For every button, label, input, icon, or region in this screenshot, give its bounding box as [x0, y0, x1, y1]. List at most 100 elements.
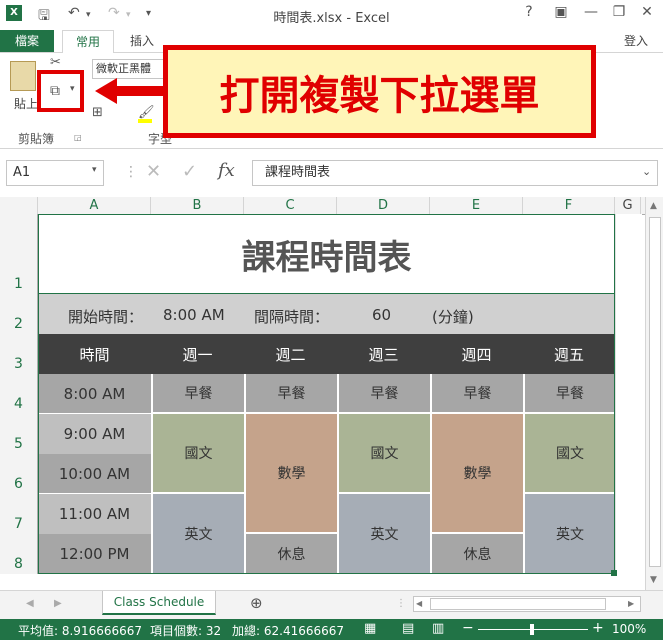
fill-color-swatch [138, 119, 152, 123]
scroll-up-icon[interactable]: ▲ [650, 201, 657, 211]
header-tue[interactable]: 週二 [244, 334, 337, 374]
start-time-value[interactable]: 8:00 AM [163, 306, 225, 324]
ribbon-display-options-icon[interactable]: ▣ [550, 4, 572, 20]
row-header-7[interactable]: 7 [0, 516, 38, 534]
expand-formula-bar-icon[interactable]: ⌄ [642, 165, 651, 178]
schedule-title[interactable]: 課程時間表 [38, 214, 615, 294]
enter-icon[interactable]: ✓ [182, 161, 197, 182]
fill-handle[interactable] [611, 570, 617, 576]
select-all-corner[interactable] [0, 197, 38, 214]
horizontal-scroll-thumb[interactable] [430, 598, 606, 610]
column-header-d[interactable]: D [337, 197, 430, 214]
new-sheet-icon[interactable]: ⊕ [250, 594, 263, 612]
rest-thu[interactable]: 休息 [430, 534, 523, 574]
name-box-dropdown-icon[interactable]: ▾ [92, 165, 97, 175]
breakfast-tue[interactable]: 早餐 [244, 374, 337, 414]
formula-bar-grip-icon: ⋮ [124, 164, 138, 180]
page-layout-view-icon[interactable]: ▤ [402, 621, 414, 636]
cancel-icon[interactable]: ✕ [146, 161, 161, 182]
status-sum: 加總: 62.41666667 [232, 624, 345, 638]
start-time-label: 開始時間： [68, 308, 144, 326]
row-header-8[interactable]: 8 [0, 556, 38, 574]
insert-function-icon[interactable]: fx [218, 160, 235, 181]
header-mon[interactable]: 週一 [151, 334, 244, 374]
chinese-mon[interactable]: 國文 [151, 414, 244, 494]
vertical-scrollbar[interactable]: ▲ ▼ [645, 197, 663, 590]
normal-view-icon[interactable]: ▦ [364, 621, 376, 636]
breakfast-mon[interactable]: 早餐 [151, 374, 244, 414]
column-header-a[interactable]: A [38, 197, 151, 214]
column-header-b[interactable]: B [151, 197, 244, 214]
interval-value[interactable]: 60 [372, 306, 391, 324]
row-header-5[interactable]: 5 [0, 436, 38, 454]
header-time[interactable]: 時間 [38, 334, 151, 374]
sheet-tab-class-schedule[interactable]: Class Schedule [102, 591, 216, 615]
page-break-view-icon[interactable]: ▥ [432, 621, 444, 636]
close-button[interactable]: ✕ [636, 4, 658, 20]
breakfast-fri[interactable]: 早餐 [523, 374, 615, 414]
status-average: 平均值: 8.916666667 [18, 624, 143, 638]
time-cell[interactable]: 11:00 AM [38, 494, 151, 534]
cut-icon[interactable]: ✂ [50, 55, 61, 70]
column-header-f[interactable]: F [523, 197, 615, 214]
chinese-wed[interactable]: 國文 [337, 414, 430, 494]
tab-home[interactable]: 常用 [62, 30, 114, 54]
zoom-slider-thumb[interactable] [530, 624, 534, 635]
header-wed[interactable]: 週三 [337, 334, 430, 374]
rest-tue[interactable]: 休息 [244, 534, 337, 574]
formula-input[interactable]: 課程時間表 [252, 160, 658, 186]
zoom-level[interactable]: 100% [612, 622, 646, 636]
borders-icon[interactable]: ⊞ [92, 105, 103, 120]
prev-sheet-icon[interactable]: ◀ [26, 598, 34, 609]
column-header-e[interactable]: E [430, 197, 523, 214]
fill-color-icon[interactable]: 🖌 [138, 105, 155, 120]
english-wed[interactable]: 英文 [337, 494, 430, 574]
clipboard-launcher-icon[interactable]: ◲ [74, 133, 82, 142]
row-headers: 1 2 3 4 5 6 7 8 [0, 214, 38, 574]
paste-button-label[interactable]: 貼上 [14, 95, 38, 112]
scroll-right-icon[interactable]: ▶ [628, 599, 634, 608]
math-tue[interactable]: 數學 [244, 414, 337, 534]
tab-insert[interactable]: 插入 [120, 30, 164, 52]
interval-unit: (分鐘) [432, 308, 474, 326]
row-header-3[interactable]: 3 [0, 356, 38, 374]
column-header-g[interactable]: G [615, 197, 641, 214]
signin-link[interactable]: 登入 [612, 30, 660, 52]
math-thu[interactable]: 數學 [430, 414, 523, 534]
tab-file[interactable]: 檔案 [0, 30, 54, 52]
restore-button[interactable]: ❐ [608, 4, 630, 20]
zoom-out-icon[interactable]: − [462, 620, 474, 636]
paste-icon[interactable] [10, 61, 36, 91]
copy-highlight-box [37, 70, 84, 112]
scroll-left-icon[interactable]: ◀ [416, 599, 422, 608]
schedule-sheet: 課程時間表 開始時間： 8:00 AM 間隔時間： 60 (分鐘) 時間 週一 … [38, 214, 617, 576]
row-header-4[interactable]: 4 [0, 396, 38, 414]
header-fri[interactable]: 週五 [523, 334, 615, 374]
time-cell[interactable]: 8:00 AM [38, 374, 151, 414]
time-cell[interactable]: 9:00 AM [38, 414, 151, 454]
column-header-c[interactable]: C [244, 197, 337, 214]
zoom-in-icon[interactable]: + [592, 620, 604, 636]
row-header-1[interactable]: 1 [0, 276, 38, 294]
time-cell[interactable]: 12:00 PM [38, 534, 151, 574]
english-mon[interactable]: 英文 [151, 494, 244, 574]
column-g-area [615, 214, 642, 574]
header-thu[interactable]: 週四 [430, 334, 523, 374]
next-sheet-icon[interactable]: ▶ [54, 598, 62, 609]
chinese-fri[interactable]: 國文 [523, 414, 615, 494]
vertical-scroll-thumb[interactable] [649, 217, 661, 567]
row-header-2[interactable]: 2 [0, 316, 38, 334]
row-header-6[interactable]: 6 [0, 476, 38, 494]
status-bar: 平均值: 8.916666667 項目個數: 32 加總: 62.4166666… [0, 619, 663, 640]
minimize-button[interactable]: — [580, 4, 602, 20]
sheet-tabs-grip-icon: ⋮ [396, 598, 406, 609]
column-headers: A B C D E F G [0, 197, 663, 215]
name-box[interactable]: A1 [6, 160, 104, 186]
breakfast-thu[interactable]: 早餐 [430, 374, 523, 414]
horizontal-scrollbar[interactable]: ◀ ▶ [413, 596, 641, 612]
english-fri[interactable]: 英文 [523, 494, 615, 574]
breakfast-wed[interactable]: 早餐 [337, 374, 430, 414]
help-button[interactable]: ? [518, 4, 540, 20]
scroll-down-icon[interactable]: ▼ [650, 575, 657, 585]
time-cell[interactable]: 10:00 AM [38, 454, 151, 494]
